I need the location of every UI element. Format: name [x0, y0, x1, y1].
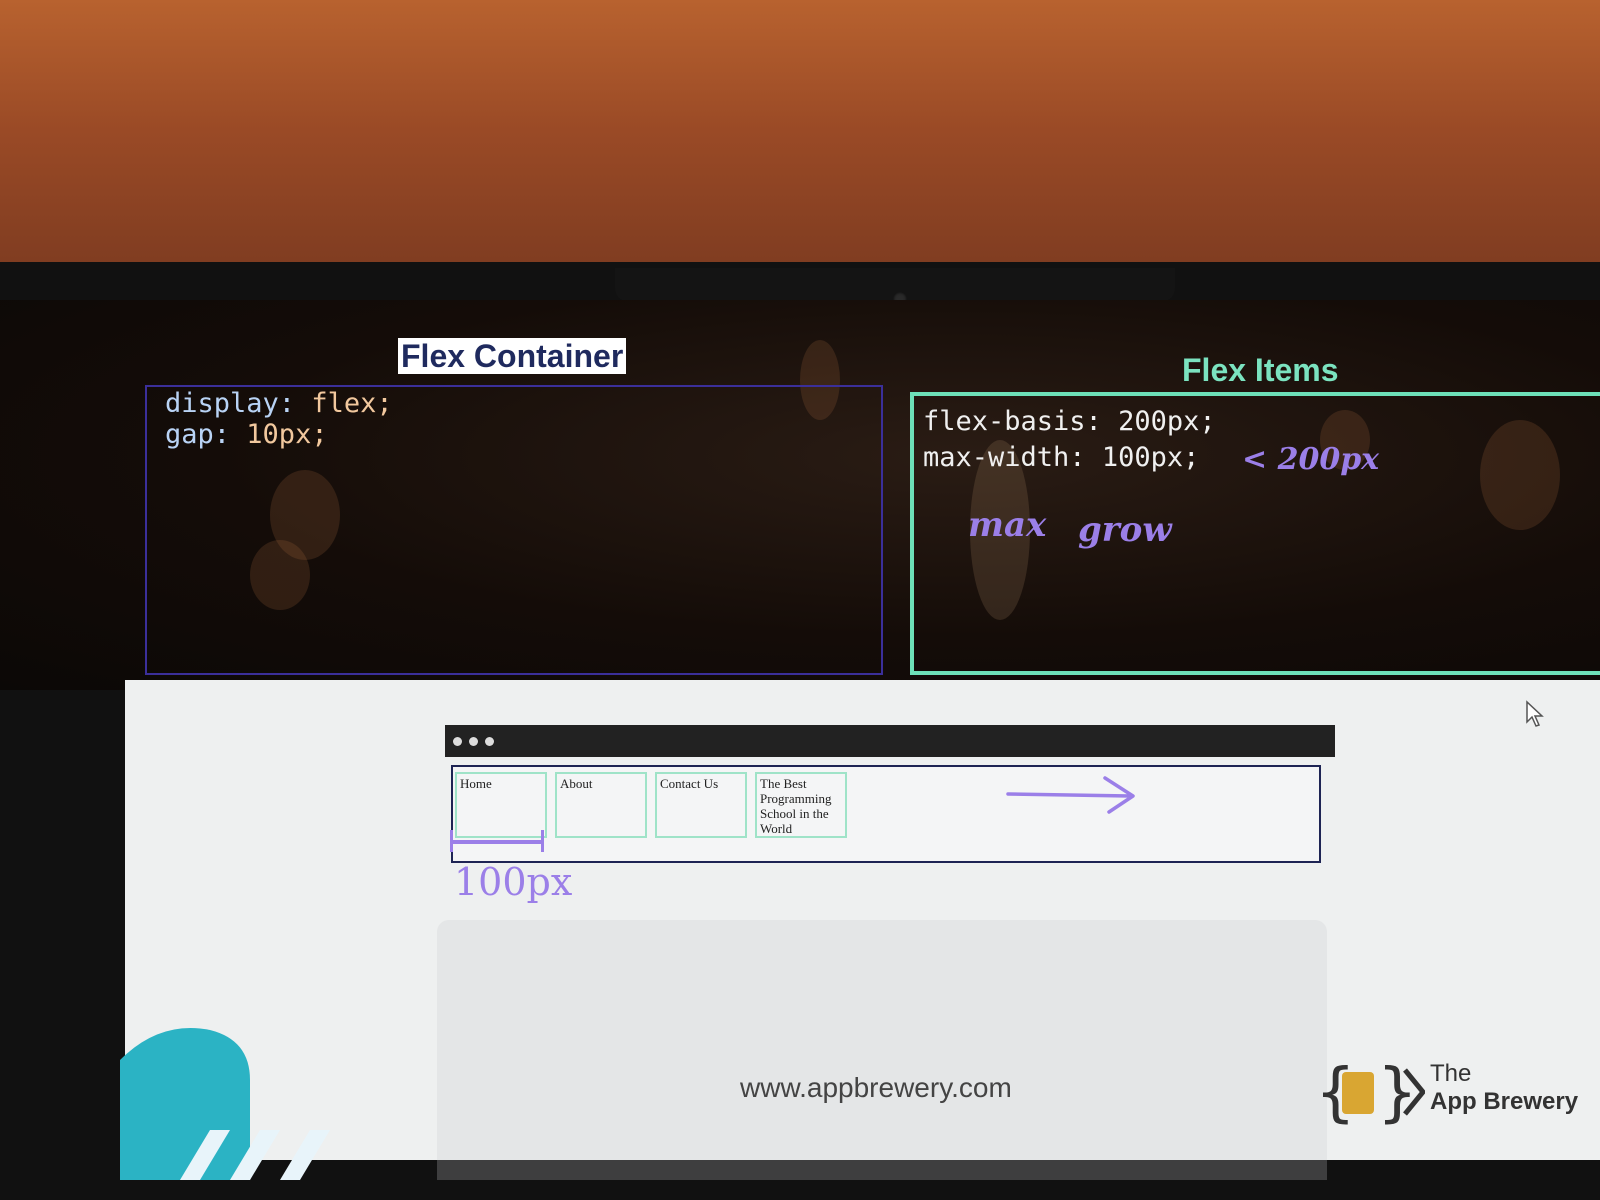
- code-value: flex;: [311, 388, 393, 419]
- code-property: max-width:: [923, 442, 1086, 473]
- brand-name: The App Brewery: [1430, 1060, 1578, 1116]
- handwritten-annotation: grow: [1078, 510, 1172, 550]
- browser-viewport: Home About Contact Us The Best Programmi…: [451, 765, 1321, 863]
- code-value: 100px;: [1101, 442, 1200, 473]
- code-value: 10px;: [246, 419, 328, 450]
- dimension-tick: [450, 830, 453, 852]
- brand-line-1: The: [1430, 1060, 1472, 1087]
- code-property: display:: [165, 388, 296, 419]
- decorative-shape: [120, 1028, 330, 1180]
- window-dot-icon: [453, 737, 462, 746]
- background-wall: [0, 0, 1600, 290]
- dimension-tick: [541, 830, 544, 852]
- window-dot-icon: [485, 737, 494, 746]
- nav-item-home[interactable]: Home: [455, 772, 547, 838]
- nav-item-about[interactable]: About: [555, 772, 647, 838]
- container-code-block: display: flex; gap: 10px;: [165, 388, 393, 450]
- window-dot-icon: [469, 737, 478, 746]
- code-value: 200px;: [1118, 406, 1216, 437]
- content-shadow: [437, 920, 1327, 1180]
- nav-item-contact[interactable]: Contact Us: [655, 772, 747, 838]
- brand-line-2: App Brewery: [1430, 1088, 1579, 1115]
- width-dimension-line: [452, 840, 544, 844]
- app-brewery-logo-icon: { }: [1315, 1056, 1425, 1130]
- flex-container-title: Flex Container: [398, 338, 627, 374]
- flex-items-title: Flex Items: [1182, 352, 1339, 388]
- items-code-block: flex-basis: 200px; max-width: 100px;: [923, 404, 1216, 476]
- browser-title-bar: [445, 725, 1335, 757]
- monitor-screen: Flex Container display: flex; gap: 10px;…: [0, 300, 1600, 1180]
- nav-item-school[interactable]: The Best Programming School in the World: [755, 772, 847, 838]
- svg-text:}: }: [1377, 1056, 1418, 1130]
- footer-url: www.appbrewery.com: [740, 1072, 1012, 1103]
- width-annotation: 100px: [454, 860, 573, 904]
- code-property: gap:: [165, 419, 231, 450]
- handwritten-annotation: < 200px: [1242, 442, 1380, 477]
- handwritten-annotation: max: [968, 505, 1047, 545]
- mouse-cursor-icon: [1526, 700, 1544, 727]
- grow-arrow-icon: [1006, 776, 1135, 814]
- code-property: flex-basis:: [923, 406, 1102, 437]
